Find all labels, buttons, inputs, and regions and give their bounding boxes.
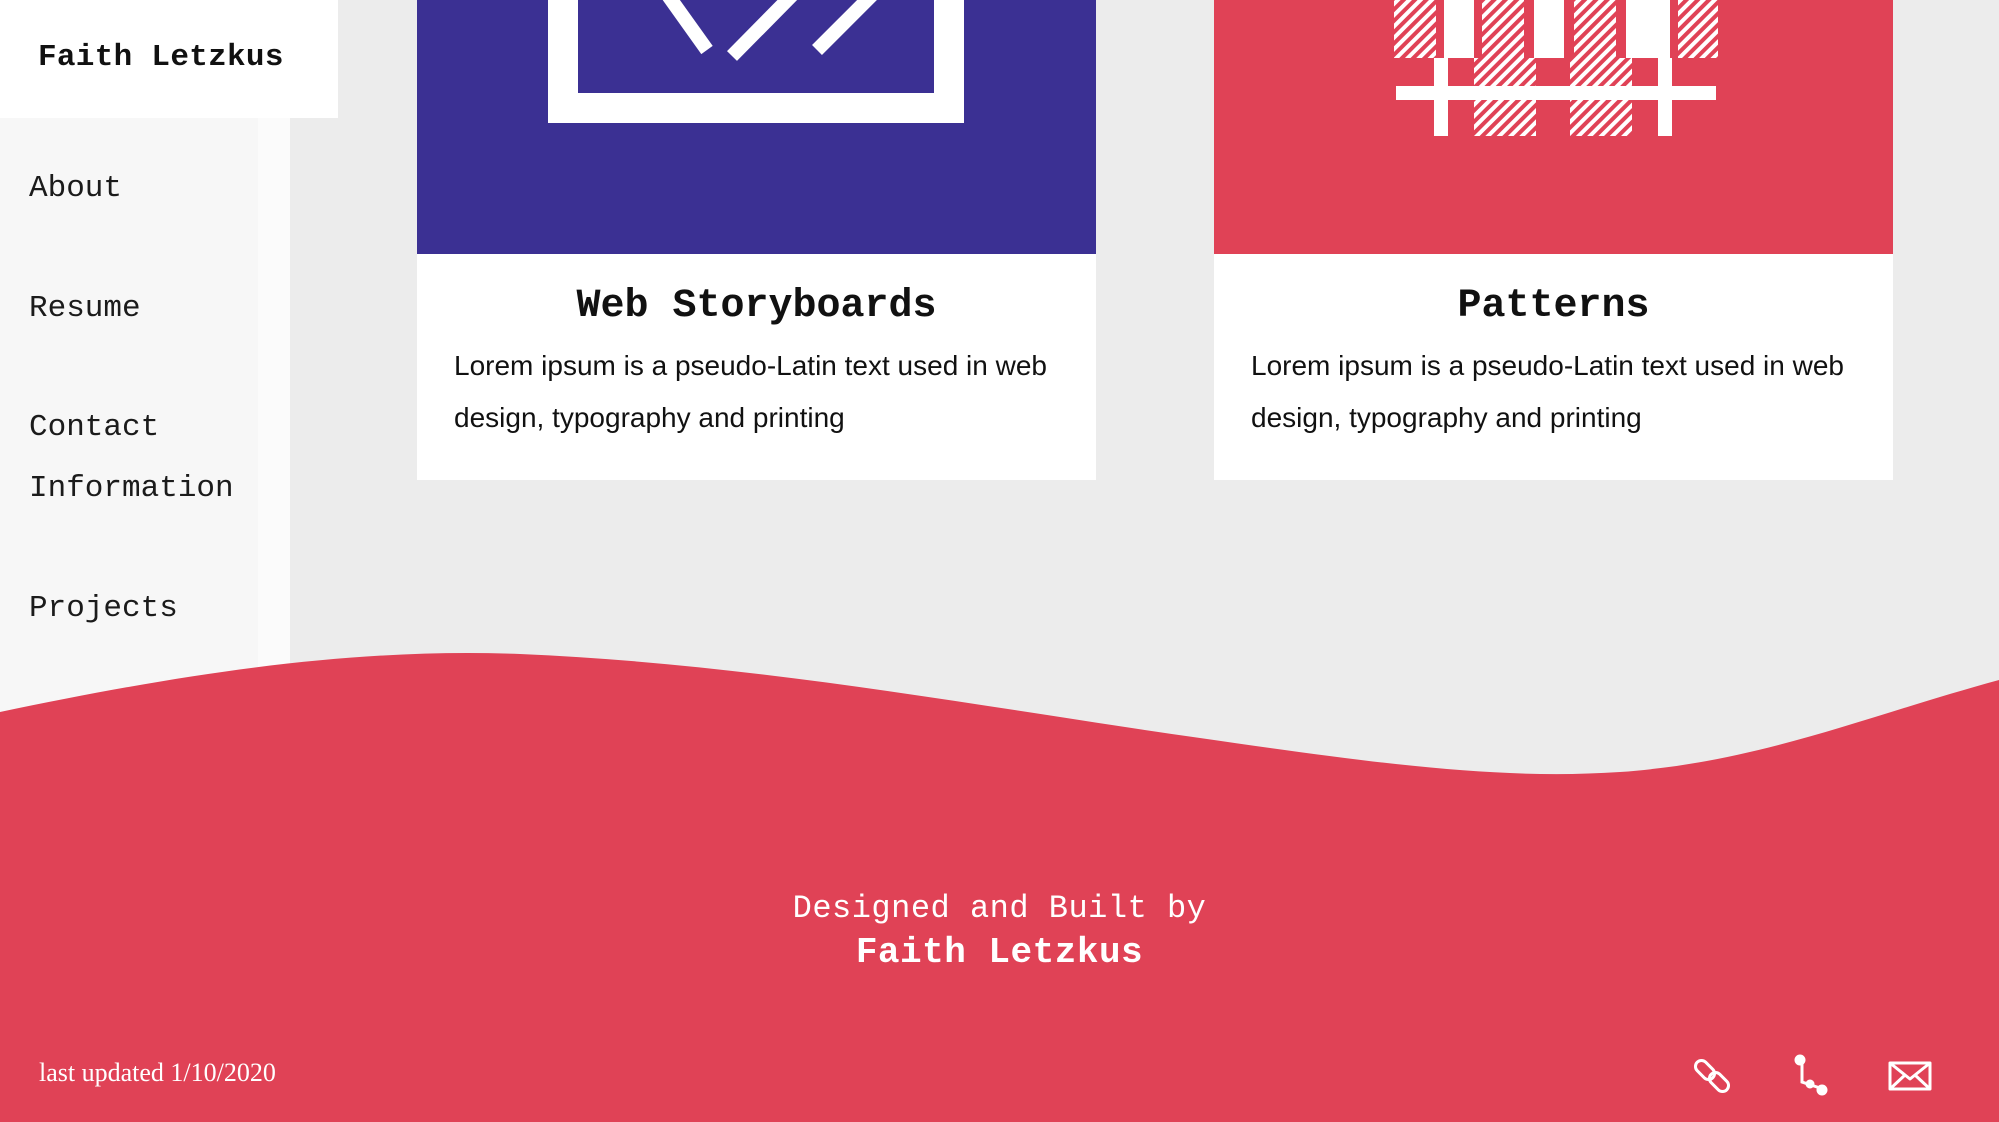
project-card-patterns[interactable]: Patterns Lorem ipsum is a pseudo-Latin t… [1214, 0, 1893, 480]
card-title: Web Storyboards [576, 284, 937, 329]
sidebar-item-contact-information[interactable]: Contact Information [29, 397, 259, 519]
brand-header[interactable]: Faith Letzkus [0, 0, 338, 118]
footer-credit-line: Designed and Built by [792, 890, 1207, 927]
card-title: Patterns [1457, 284, 1650, 329]
code-brackets-icon [548, 0, 964, 123]
sidebar-item-about[interactable]: About [29, 158, 259, 219]
sidebar-item-resume[interactable]: Resume [29, 278, 259, 339]
footer-wave [0, 653, 1999, 1122]
footer-author-name: Faith Letzkus [855, 932, 1144, 973]
brand-name: Faith Letzkus [38, 40, 284, 75]
plaid-pattern-icon [1394, 0, 1718, 136]
card-description: Lorem ipsum is a pseudo-Latin text used … [454, 350, 1047, 433]
project-card-web-storyboards[interactable]: Web Storyboards Lorem ipsum is a pseudo-… [417, 0, 1096, 480]
git-branch-icon[interactable] [1790, 1054, 1834, 1098]
card-image [1214, 0, 1893, 254]
mail-icon[interactable] [1887, 1054, 1933, 1098]
last-updated-text: last updated 1/10/2020 [39, 1058, 276, 1087]
link-icon[interactable] [1690, 1054, 1734, 1098]
card-description: Lorem ipsum is a pseudo-Latin text used … [1251, 350, 1844, 433]
card-image [417, 0, 1096, 254]
